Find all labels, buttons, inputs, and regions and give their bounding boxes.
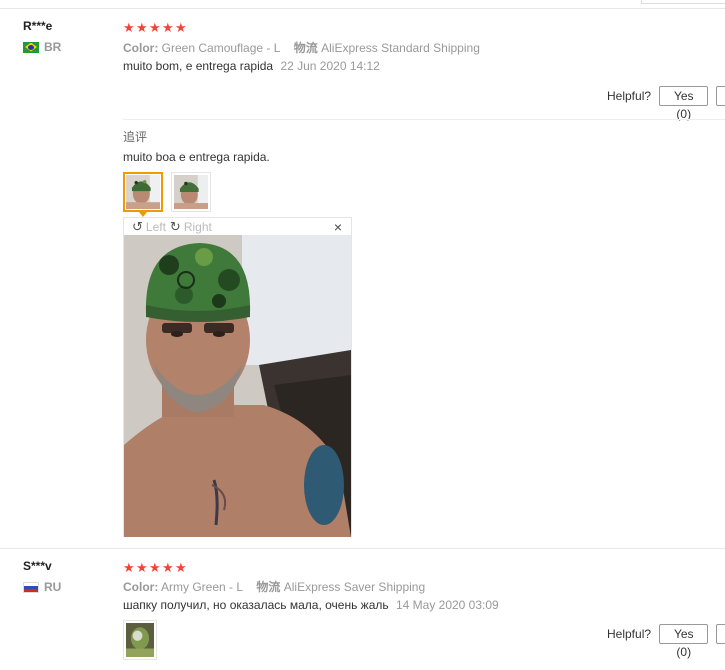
helpful-label: Helpful? [607, 89, 652, 103]
review-photo-thumbnail[interactable] [123, 620, 157, 660]
photo-viewer-toolbar: ↺ Left ↻ Right × [124, 218, 351, 236]
shipping-label: 物流 [256, 580, 281, 594]
review-content: muito bom, e entrega rapida 22 Jun 2020 … [123, 59, 380, 73]
review-content: шапку получил, но оказалась мала, очень … [123, 598, 499, 612]
review-text: шапку получил, но оказалась мала, очень … [123, 598, 389, 612]
star-icon: ★ [123, 560, 135, 575]
color-value: Army Green - L [161, 580, 244, 594]
reviewer-country: RU [23, 580, 61, 594]
star-icon: ★ [123, 20, 135, 35]
country-code: RU [44, 580, 62, 594]
product-attributes: Color: Army Green - L 物流 AliExpress Save… [123, 578, 425, 595]
helpful-label: Helpful? [607, 627, 652, 641]
helpful-no-button[interactable] [716, 86, 725, 106]
shipping-value: AliExpress Saver Shipping [283, 580, 426, 594]
star-icon: ★ [162, 560, 174, 575]
star-rating: ★★★★★ [123, 20, 188, 36]
photo-viewer: ↺ Left ↻ Right × [123, 217, 352, 537]
review-photo [126, 175, 160, 209]
shipping-value: AliExpress Standard Shipping [321, 41, 480, 55]
review-photo [126, 623, 154, 657]
rotate-right-button[interactable]: ↻ Right [170, 219, 212, 235]
star-icon: ★ [136, 560, 148, 575]
helpful-yes-button[interactable]: Yes (0) [659, 86, 709, 121]
enlarged-review-photo [124, 235, 351, 537]
reviewer-name: R***e [23, 19, 53, 33]
helpful-section: Helpful? Yes (0) [607, 624, 725, 659]
russia-flag-icon [23, 581, 39, 593]
review-photos [123, 620, 157, 660]
rotate-left-icon: ↺ [132, 218, 143, 234]
country-code: BR [44, 40, 62, 54]
review-photos [123, 172, 211, 217]
review-text: muito bom, e entrega rapida [123, 59, 274, 73]
shipping-label: 物流 [293, 41, 318, 55]
rotate-left-button[interactable]: ↺ Left [132, 219, 166, 235]
review-photo-thumbnail[interactable] [171, 172, 211, 212]
star-icon: ★ [162, 20, 174, 35]
star-icon: ★ [136, 20, 148, 35]
review-item: R***e BR ★★★★★ Color: Green Camouflage -… [0, 9, 725, 548]
star-icon: ★ [175, 20, 187, 35]
color-label: Color: [123, 41, 159, 55]
product-attributes: Color: Green Camouflage - L 物流 AliExpres… [123, 39, 480, 56]
color-value: Green Camouflage - L [161, 41, 281, 55]
star-rating: ★★★★★ [123, 560, 188, 576]
helpful-no-button[interactable] [716, 624, 725, 644]
reviewer-name: S***v [23, 559, 52, 573]
followup-text: muito boa e entrega rapida. [123, 150, 270, 164]
color-label: Color: [123, 580, 159, 594]
star-icon: ★ [175, 560, 187, 575]
star-icon: ★ [149, 560, 161, 575]
star-icon: ★ [149, 20, 161, 35]
rotate-right-icon: ↻ [169, 218, 181, 234]
brazil-flag-icon [23, 41, 39, 53]
helpful-yes-button[interactable]: Yes (0) [659, 624, 709, 659]
rotate-right-label: Right [183, 219, 212, 234]
review-item: S***v RU ★★★★★ Color: Army Green - L 物流 … [0, 549, 725, 670]
rotate-left-label: Left [145, 219, 166, 234]
close-icon[interactable]: × [334, 219, 342, 235]
followup-divider [123, 119, 725, 120]
helpful-section: Helpful? Yes (0) [607, 86, 725, 121]
review-date: 22 Jun 2020 14:12 [280, 59, 380, 73]
reviewer-country: BR [23, 40, 61, 54]
top-control-edge [641, 0, 725, 4]
followup-title: 追评 [123, 130, 148, 144]
review-date: 14 May 2020 03:09 [395, 598, 499, 612]
review-photo [174, 175, 208, 209]
review-photo-thumbnail[interactable] [123, 172, 163, 217]
